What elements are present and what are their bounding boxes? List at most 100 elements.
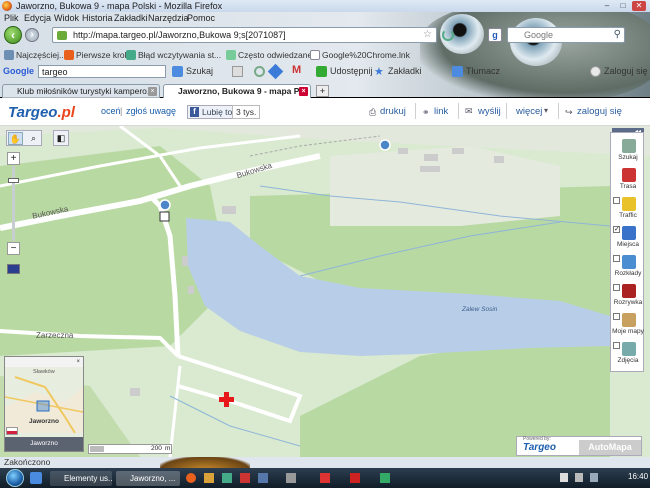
poi-marker-icon[interactable] [379,139,391,151]
tool-checkbox[interactable] [613,197,620,204]
login-icon[interactable]: ↪ [565,107,573,118]
minimize-button[interactable]: – [600,1,614,11]
bookmark-star-icon[interactable]: ★ [374,65,384,78]
tab-klub[interactable]: Klub miłośników turystyki kampero... × [2,84,160,98]
zoom-out-button[interactable]: − [7,242,20,255]
tray-network-icon[interactable] [560,473,568,482]
layers-icon[interactable]: ◧ [53,130,69,146]
google-toolbar-search-input[interactable]: targeo [38,65,166,78]
zoom-select-icon[interactable]: ⌕ [26,132,41,145]
bookmark-item[interactable]: Najczęściej... [16,48,66,62]
maximize-button[interactable]: □ [616,1,630,11]
gmail-icon[interactable]: M [292,64,301,76]
close-button[interactable]: ✕ [632,1,646,11]
tab-close-icon[interactable]: × [299,87,308,96]
login-link[interactable]: zaloguj się [577,106,622,117]
magnifier-icon[interactable]: ⚲ [614,29,621,40]
app-taskbar-icon[interactable] [286,473,296,483]
back-button[interactable]: ‹ [4,26,22,44]
targeo-logo[interactable]: Targeo.pl [8,104,75,121]
hand-icon[interactable]: ✋ [8,132,23,145]
tab-jaworzno[interactable]: Jaworzno, Bukowa 9 - mapa P... × [163,84,311,98]
link-link[interactable]: link [434,106,448,117]
eu-flag-icon[interactable] [7,264,20,274]
menu-narzedzia[interactable]: Narzędzia [148,12,189,24]
tool-checkbox[interactable] [613,313,620,320]
tool-item-rozrywka[interactable]: Rozrywka [611,282,645,310]
firefox-taskbar-icon[interactable] [186,473,196,483]
tool-checkbox[interactable] [613,284,620,291]
print-icon[interactable]: ⎙ [369,107,376,118]
forward-button[interactable]: › [25,28,39,42]
folder-taskbar-icon[interactable] [204,473,214,483]
bookmark-item[interactable]: Pierwsze kroki [76,48,131,62]
zoom-in-button[interactable]: + [7,152,20,165]
hotel-icon[interactable] [159,211,170,222]
google-search-icon[interactable] [172,66,183,77]
menu-pomoc[interactable]: Pomoc [187,12,215,24]
star-icon[interactable]: ☆ [423,28,432,42]
bookmark-item[interactable]: Google%20Chrome.lnk [322,48,410,62]
translate-icon[interactable] [452,66,463,77]
map-svg[interactable] [0,126,650,457]
google-search-engine-icon[interactable]: g [488,28,502,42]
bookmark-item[interactable]: Często odwiedzane [238,48,312,62]
report-link[interactable]: zgłoś uwagę [126,106,176,116]
tool-item-moje-mapy[interactable]: Moje mapy [611,311,645,339]
app-taskbar-icon[interactable] [222,473,232,483]
tab-close-icon[interactable]: × [148,87,157,96]
google-toolbar-zaloguj[interactable]: Zaloguj się [604,63,648,79]
zoom-slider-handle[interactable] [8,178,19,183]
tool-item-trasa[interactable]: Trasa [611,166,645,194]
chevron-down-icon[interactable]: ▾ [544,106,548,115]
app-taskbar-icon[interactable] [320,473,330,483]
app-taskbar-icon[interactable] [380,473,390,483]
tool-checkbox[interactable] [613,255,620,262]
menu-edycja[interactable]: Edycja [24,12,51,24]
minimap-viewport[interactable] [36,400,50,412]
app-taskbar-icon[interactable] [240,473,250,483]
menu-plik[interactable]: Plik [4,12,19,24]
google-toolbar-udostepnij[interactable]: Udostępnij [330,63,373,79]
start-button[interactable] [6,469,24,487]
tray-icon[interactable] [590,473,598,482]
google-toolbar-tlumacz[interactable]: Tłumacz [466,63,500,79]
link-icon[interactable]: ⚭ [422,107,430,118]
app-taskbar-icon[interactable] [258,473,268,483]
more-link[interactable]: więcej [516,106,542,117]
location-marker-icon[interactable] [219,392,234,407]
send-icon[interactable]: ✉ [465,106,473,117]
tool-item-szukaj[interactable]: Szukaj [611,137,645,165]
minimap[interactable]: × Sławków Jaworzno Jaworzno [4,356,84,452]
tool-item-traffic[interactable]: Traffic [611,195,645,223]
poi-marker-icon[interactable] [159,199,171,211]
check-icon[interactable] [254,66,265,77]
tool-checkbox[interactable] [613,342,620,349]
ie-icon[interactable] [30,472,42,484]
user-icon[interactable] [590,66,601,77]
tool-item-miejsca[interactable]: ✓ Miejsca [611,224,645,252]
page-icon[interactable] [232,66,243,77]
plus-icon[interactable] [267,63,284,80]
tool-checkbox[interactable]: ✓ [613,226,620,233]
share-icon[interactable] [316,66,327,77]
minimap-close-icon[interactable]: × [5,357,83,367]
tool-item-zdjęcia[interactable]: Zdjęcia [611,340,645,368]
app-taskbar-icon[interactable] [350,473,360,483]
send-link[interactable]: wyślij [478,106,501,117]
new-tab-button[interactable]: + [316,85,329,97]
task-elementy[interactable]: Elementy us... [50,471,112,486]
google-toolbar-szukaj[interactable]: Szukaj [186,63,213,79]
print-link[interactable]: drukuj [380,106,406,117]
url-bar[interactable]: http://mapa.targeo.pl/Jaworzno,Bukowa 9;… [52,27,437,43]
menu-zakladki[interactable]: Zakładki [114,12,148,24]
rate-link[interactable]: oceń [101,106,121,116]
search-input[interactable]: Google ⚲ [507,27,625,43]
menu-widok[interactable]: Widok [54,12,79,24]
menu-historia[interactable]: Historia [82,12,113,24]
tray-volume-icon[interactable] [575,473,583,482]
bookmark-item[interactable]: Błąd wczytywania st... [138,48,221,62]
map-canvas[interactable]: Bukowska Bukowska Zarzeczna Zalew Sosin … [0,126,650,457]
tool-item-rozkłady[interactable]: Rozkłady [611,253,645,281]
task-firefox[interactable]: Jaworzno, ... [116,471,180,486]
